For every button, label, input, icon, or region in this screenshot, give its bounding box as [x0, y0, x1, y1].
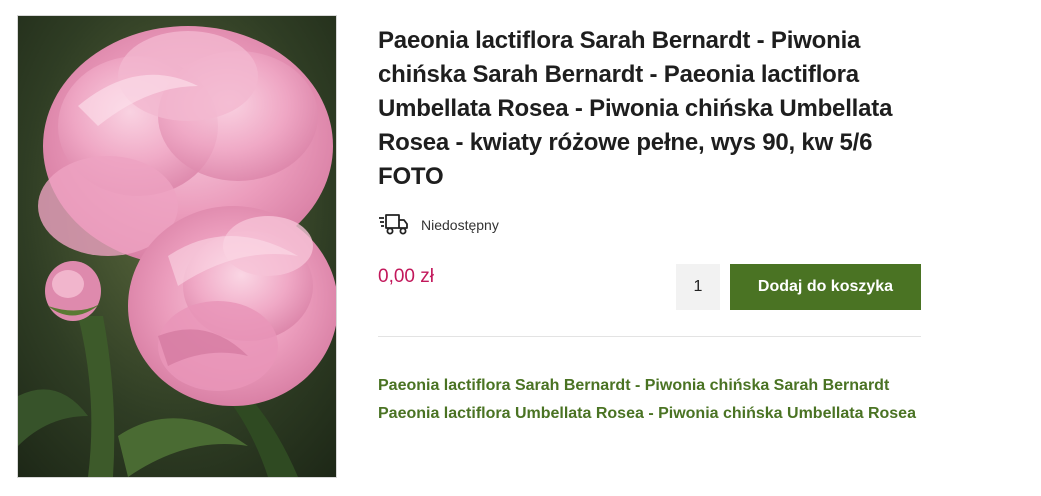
- product-price: 0,00 zł: [378, 266, 434, 287]
- product-title: Paeonia lactiflora Sarah Bernardt - Piwo…: [378, 27, 893, 190]
- availability-status: Niedostępny: [421, 217, 499, 233]
- divider: [378, 336, 921, 337]
- delivery-truck-icon: [379, 214, 408, 235]
- product-info: Paeonia lactiflora Sarah Bernardt - Piwo…: [378, 24, 923, 428]
- quantity-input[interactable]: [676, 264, 720, 310]
- product-image[interactable]: [17, 15, 337, 478]
- availability-row: Niedostępny: [378, 210, 923, 240]
- add-to-cart-button[interactable]: Dodaj do koszyka: [730, 264, 921, 310]
- product-description-link[interactable]: Paeonia lactiflora Sarah Bernardt - Piwo…: [378, 372, 923, 428]
- peony-photo: [18, 16, 336, 477]
- purchase-row: 0,00 zł Dodaj do koszyka: [378, 260, 923, 320]
